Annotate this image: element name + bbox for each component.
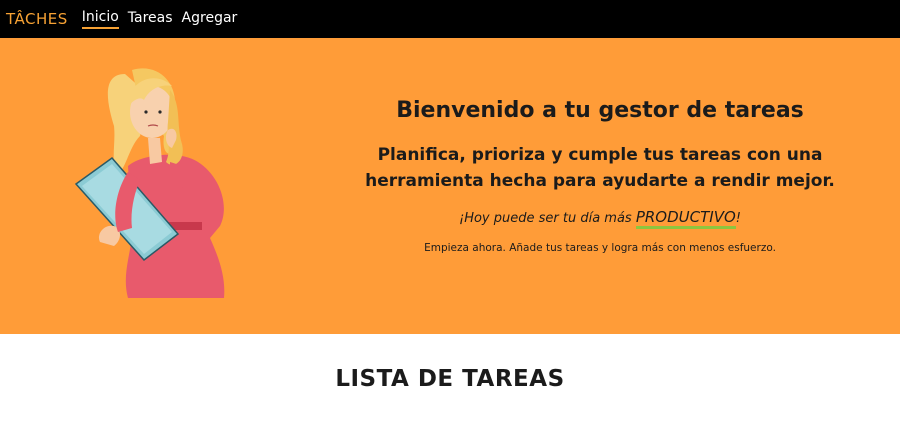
task-list-title: LISTA DE TAREAS xyxy=(335,366,565,392)
hero-cta-text: Empieza ahora. Añade tus tareas y logra … xyxy=(424,242,776,254)
hero-tagline-prefix: ¡Hoy puede ser tu día más xyxy=(458,211,636,226)
nav-link-agregar[interactable]: Agregar xyxy=(182,10,238,28)
hero-subtitle-line1: Planifica, prioriza y cumple tus tareas … xyxy=(377,145,823,165)
hero-title: Bienvenido a tu gestor de tareas xyxy=(396,98,804,123)
brand-logo[interactable]: TÂCHES xyxy=(6,10,68,28)
hero-tagline-highlight: PRODUCTIVO xyxy=(635,208,736,229)
hero-tagline-suffix: ! xyxy=(735,211,741,226)
woman-with-clipboard-illustration xyxy=(74,68,225,298)
nav-links: Inicio Tareas Agregar xyxy=(81,9,247,29)
hero-tagline: ¡Hoy puede ser tu día más PRODUCTIVO! xyxy=(320,208,880,229)
nav-link-tareas[interactable]: Tareas xyxy=(128,10,173,28)
nav-link-inicio[interactable]: Inicio xyxy=(81,9,119,29)
hero-banner: Bienvenido a tu gestor de tareas Planifi… xyxy=(0,38,900,334)
hero-subtitle-line2: herramienta hecha para ayudarte a rendir… xyxy=(365,171,835,191)
navbar: TÂCHES Inicio Tareas Agregar xyxy=(0,0,900,38)
hero-subtitle: Planifica, prioriza y cumple tus tareas … xyxy=(320,142,880,194)
